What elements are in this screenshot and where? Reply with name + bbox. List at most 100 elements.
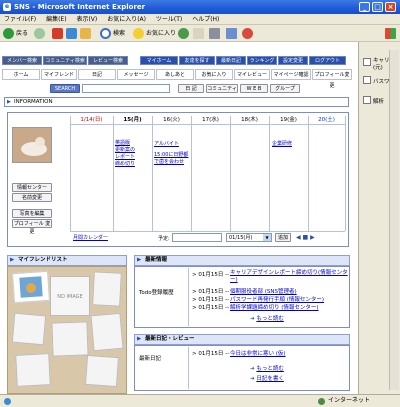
- chevron-right-icon: ▶: [7, 99, 11, 105]
- calendar-event[interactable]: 英語版 更新案の レポート 締め切り: [115, 140, 151, 168]
- back-button[interactable]: 戻る: [3, 27, 28, 40]
- menu-file[interactable]: ファイル(F): [4, 16, 36, 23]
- refresh-button[interactable]: [66, 27, 77, 40]
- add-event-button[interactable]: 追加: [275, 233, 291, 242]
- info-item-link[interactable]: 解析学課題締め切り (情報センター): [230, 303, 319, 311]
- friend-photo-empty[interactable]: [92, 271, 122, 307]
- chevron-right-icon: ▶: [10, 257, 15, 263]
- chevron-right-icon: ▶: [137, 336, 142, 342]
- friend-photo-empty[interactable]: [51, 321, 89, 357]
- info-item-link[interactable]: 個期服役者部 (SNS管理者): [230, 287, 297, 295]
- tab-mypage-check[interactable]: マイページ確認: [271, 69, 311, 80]
- monthly-calendar-link[interactable]: 月間カレンダー: [73, 234, 108, 241]
- document-icon: [363, 76, 371, 84]
- info-date: > 01月15日 --: [192, 289, 230, 295]
- diary-date: > 01月15日 --: [192, 351, 230, 357]
- nav-ranking[interactable]: ランキング: [247, 56, 277, 65]
- tab-myreview[interactable]: マイレビュー: [234, 69, 270, 80]
- side-item[interactable]: バスワ: [373, 77, 390, 85]
- calendar-divider: [113, 116, 114, 231]
- search-group-button[interactable]: グループ: [270, 84, 300, 93]
- tab-favorites[interactable]: お気に入り: [195, 69, 233, 80]
- stop-button[interactable]: [52, 27, 63, 40]
- event-input[interactable]: [172, 233, 222, 242]
- forward-button[interactable]: [34, 27, 45, 40]
- friend-no-image[interactable]: NO IMAGE: [50, 276, 90, 316]
- info-more-row: ➜ もっと読む: [250, 314, 284, 322]
- search-community-button[interactable]: コミュニティ: [206, 84, 238, 93]
- calendar-event[interactable]: 企業研修: [272, 140, 308, 147]
- diary-more-link[interactable]: もっと読む: [256, 366, 284, 372]
- favorites-button[interactable]: お気に入り: [133, 27, 176, 40]
- diary-more-row: ➜ もっと読む: [250, 364, 284, 372]
- nav-community-search[interactable]: コミュニティ検索: [43, 56, 87, 65]
- calendar-divider: [308, 116, 309, 231]
- tab-diary[interactable]: 日記: [78, 69, 116, 80]
- mail-button[interactable]: [193, 27, 204, 40]
- calendar-nav-arrows[interactable]: ◀ ■ ▶: [296, 234, 315, 241]
- maximize-button[interactable]: □: [372, 2, 383, 12]
- tab-footprints[interactable]: あしあと: [156, 69, 194, 80]
- info-more-link[interactable]: もっと読む: [256, 316, 284, 322]
- calendar-divider: [152, 116, 153, 231]
- search-icon: [100, 28, 111, 39]
- info-item-link[interactable]: パスワード再発行手順 (情報センター): [230, 295, 324, 303]
- mail-icon: [193, 28, 204, 39]
- search-button[interactable]: 検索: [100, 27, 125, 40]
- arrow-right-icon: ➜: [250, 366, 255, 372]
- name-change-button[interactable]: 名前変更: [12, 193, 52, 202]
- menu-help[interactable]: ヘルプ(H): [192, 16, 219, 23]
- friend-photo-empty[interactable]: [90, 312, 124, 352]
- info-item-link[interactable]: キャリアデザインレポート締め切り(情報センター): [230, 270, 348, 284]
- tab-message[interactable]: メッセージ: [117, 69, 155, 80]
- nav-myhome[interactable]: マイホーム: [140, 56, 178, 65]
- menu-favorites[interactable]: お気に入り(A): [107, 16, 146, 23]
- photo-edit-button[interactable]: 写真を編集: [12, 209, 52, 218]
- history-button[interactable]: [178, 27, 189, 40]
- messenger-button[interactable]: [242, 27, 253, 40]
- information-bar[interactable]: ▶ INFORMATION: [4, 97, 349, 107]
- scrollbar[interactable]: [389, 50, 399, 390]
- stop-icon: [52, 28, 63, 39]
- info-date: > 01月15日 --: [192, 272, 230, 278]
- home-button[interactable]: [80, 27, 91, 40]
- search-diary-button[interactable]: 日 記: [178, 84, 204, 93]
- print-button[interactable]: [209, 27, 220, 40]
- nav-latest-diary[interactable]: 最新日記: [216, 56, 246, 65]
- close-button[interactable]: ×: [385, 2, 396, 12]
- menu-tools[interactable]: ツール(T): [156, 16, 182, 23]
- menu-edit[interactable]: 編集(E): [46, 16, 66, 23]
- side-item[interactable]: 解析: [373, 97, 384, 105]
- tab-myfriend[interactable]: マイフレンド: [41, 69, 77, 80]
- friend-photo-empty[interactable]: [84, 354, 120, 388]
- tab-home[interactable]: ホーム: [2, 69, 40, 80]
- diary-item-link[interactable]: 今日は非常に寒い (仮): [230, 349, 286, 357]
- search-web-button[interactable]: W E B: [240, 84, 268, 93]
- calendar-event[interactable]: 15:00に日野都で歯を会わせ: [154, 152, 190, 166]
- ie-icon: e: [3, 3, 11, 11]
- tab-profile-edit[interactable]: プロフィール変更: [312, 69, 352, 89]
- nav-logout[interactable]: ログアウト: [309, 56, 346, 65]
- calendar-event[interactable]: アルバイト: [154, 140, 190, 147]
- menu-view[interactable]: 表示(V): [76, 16, 97, 23]
- minimize-button[interactable]: _: [359, 2, 370, 12]
- nav-review-search[interactable]: レビュー検索: [88, 56, 128, 65]
- date-select[interactable]: 01/15(月) ▼: [226, 233, 272, 242]
- edit-button[interactable]: [226, 27, 237, 40]
- profile-change-button[interactable]: プロフィール 変更: [12, 219, 52, 235]
- todo-history-label: Todo登録履歴: [139, 290, 174, 296]
- diary-write-link[interactable]: 日記を書く: [256, 376, 284, 382]
- info-center-button[interactable]: 情報センター: [12, 183, 52, 192]
- friend-photo[interactable]: [11, 270, 51, 304]
- home-icon: [80, 28, 91, 39]
- latest-diary-label: 最新日記: [139, 356, 162, 362]
- page-content: メンバー検索 コミュニティ検索 レビュー検索 マイホーム 友達を探す 最新日記 …: [0, 42, 358, 394]
- latest-diary-header: ▶ 最新日記・レビュー: [134, 334, 350, 345]
- friend-photo-empty[interactable]: [11, 312, 47, 346]
- search-input[interactable]: [82, 84, 170, 93]
- nav-settings[interactable]: 設定変更: [278, 56, 308, 65]
- search-submit-button[interactable]: SEARCH: [50, 84, 80, 93]
- friend-photo-empty[interactable]: [15, 353, 51, 387]
- nav-member-search[interactable]: メンバー検索: [2, 56, 42, 65]
- nav-find-friends[interactable]: 友達を探す: [179, 56, 215, 65]
